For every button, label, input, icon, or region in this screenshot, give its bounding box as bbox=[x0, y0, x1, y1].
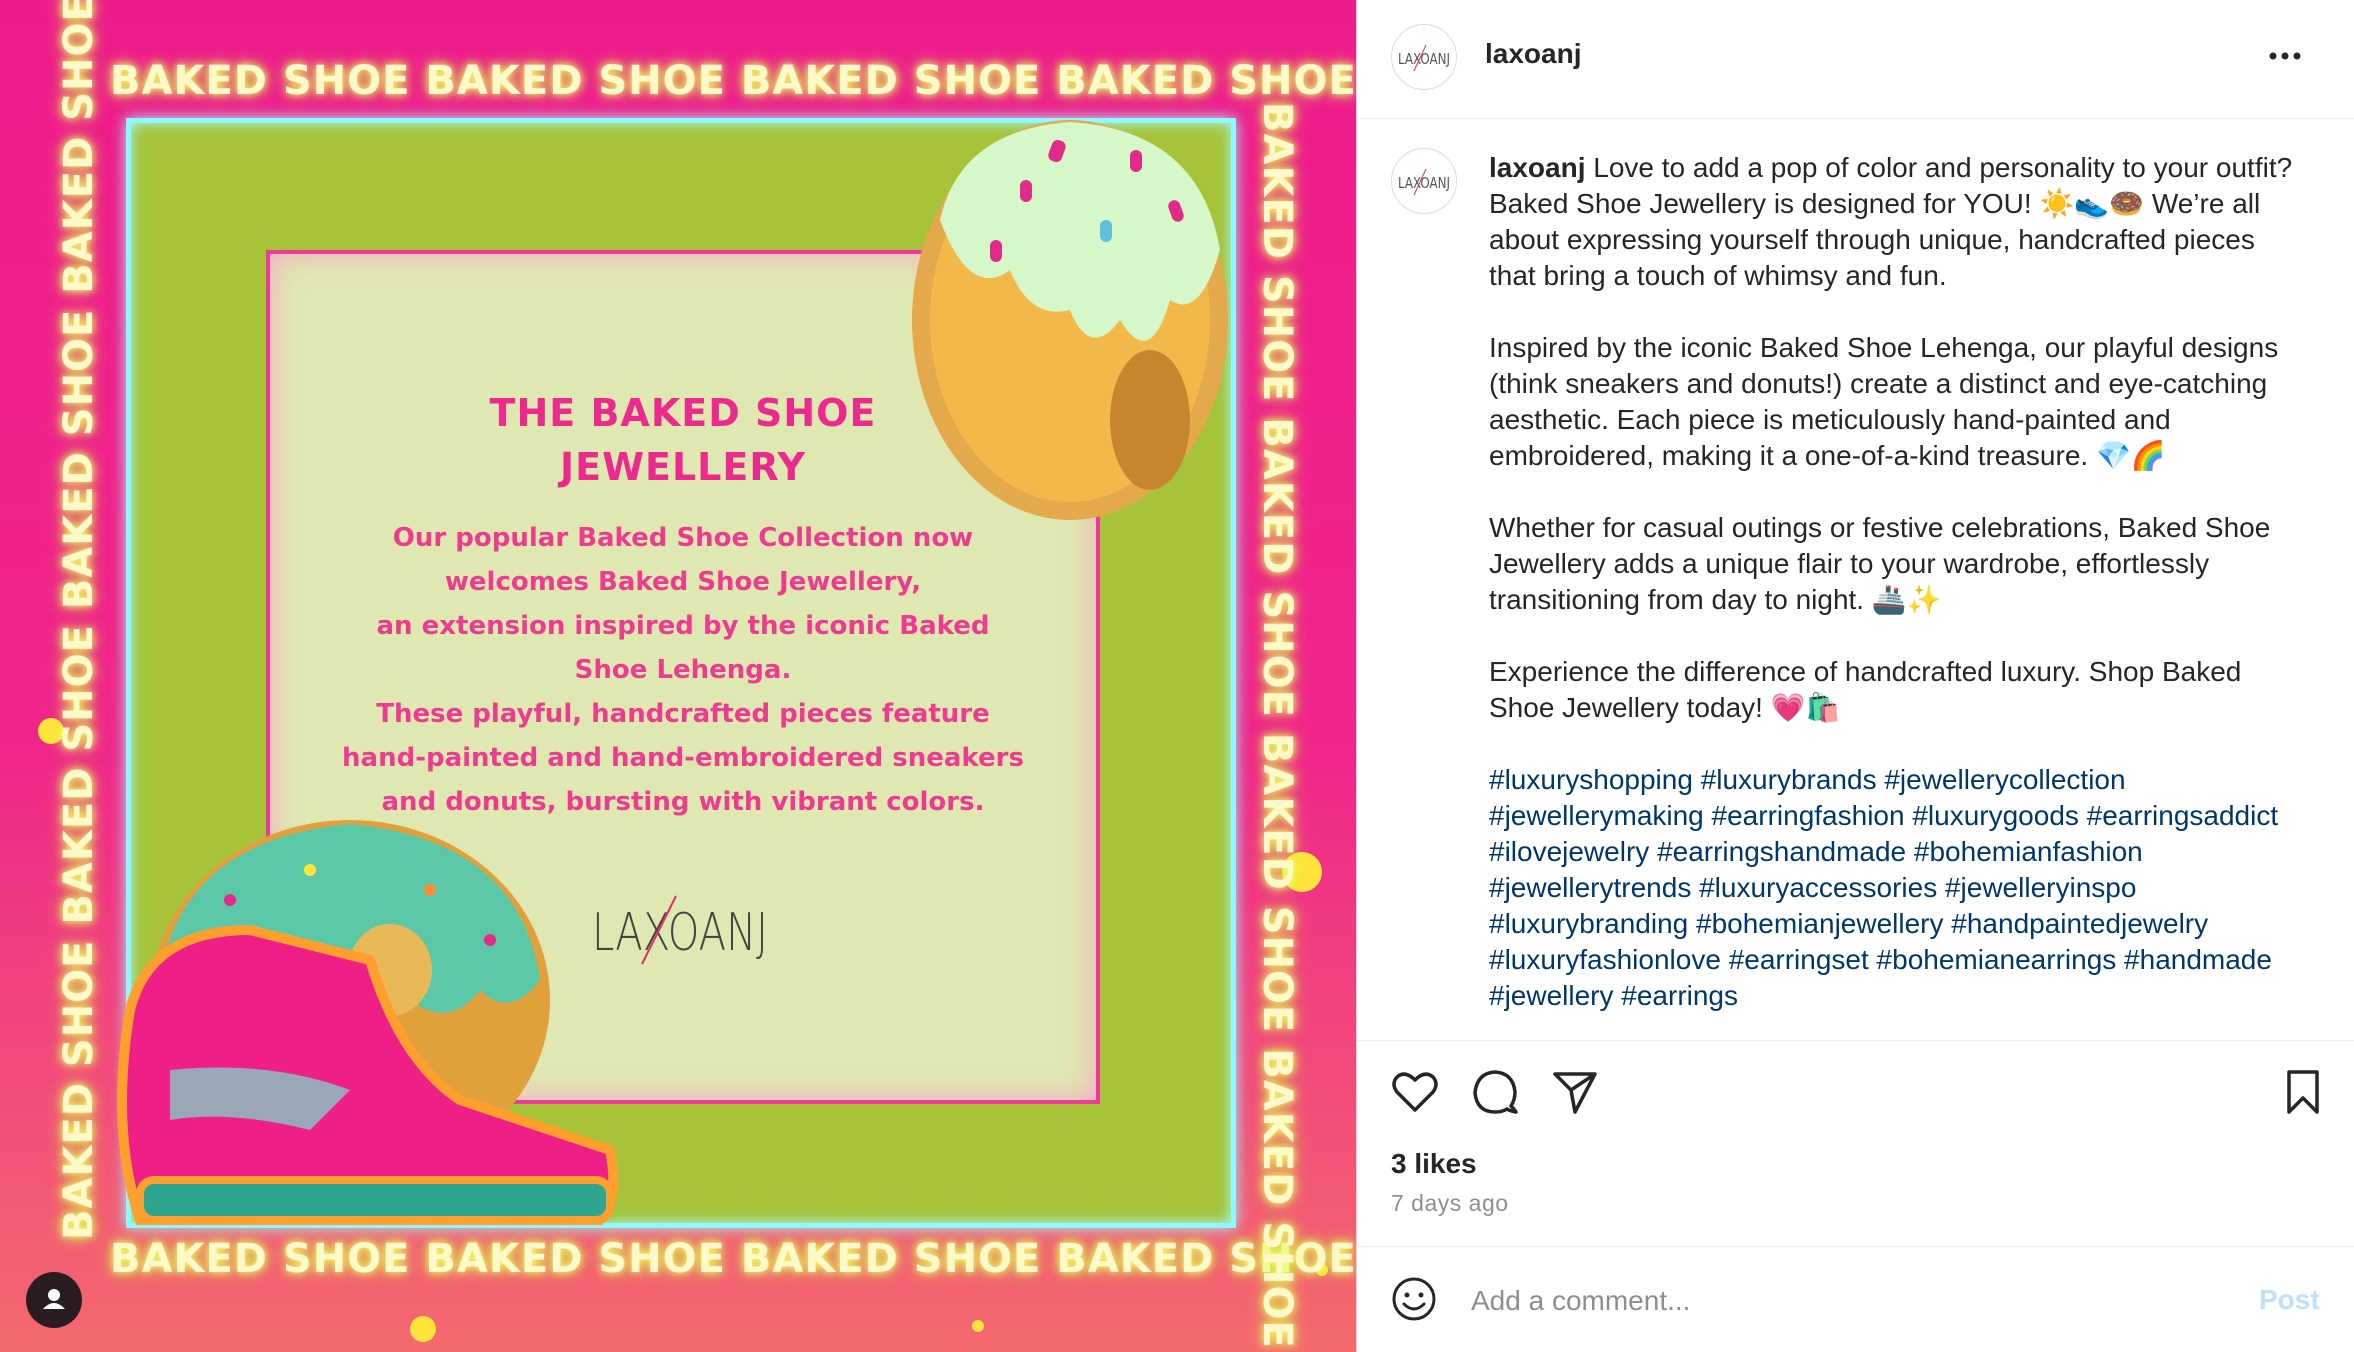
post-image[interactable]: BAKED SHOE BAKED SHOE BAKED SHOE BAKED S… bbox=[0, 0, 1356, 1352]
caption-paragraph: Love to add a pop of color and personali… bbox=[1489, 152, 2293, 291]
brand-logo-icon: LAXOANJ bbox=[1398, 44, 1450, 72]
header-username[interactable]: laxoanj bbox=[1485, 38, 1581, 70]
decor-dot bbox=[972, 1320, 984, 1332]
bookmark-icon[interactable] bbox=[2277, 1066, 2329, 1118]
post-timestamp[interactable]: 7 days ago bbox=[1391, 1190, 1509, 1217]
more-options-icon[interactable] bbox=[2263, 36, 2307, 76]
decor-dot bbox=[410, 1316, 436, 1342]
post-caption: laxoanj Love to add a pop of color and p… bbox=[1489, 150, 2309, 1040]
svg-text:LAXOANJ: LAXOANJ bbox=[1398, 174, 1450, 192]
caption-paragraph: Whether for casual outings or festive ce… bbox=[1489, 512, 2271, 615]
card-body-line: an extension inspired by the iconic Bake… bbox=[376, 611, 990, 641]
caption-paragraph: Inspired by the iconic Baked Shoe Leheng… bbox=[1489, 332, 2279, 471]
heart-icon[interactable] bbox=[1389, 1066, 1441, 1118]
caption-paragraph: Experience the difference of handcrafted… bbox=[1489, 656, 2242, 723]
share-icon[interactable] bbox=[1549, 1066, 1601, 1118]
post-details-panel: LAXOANJ laxoanj LAXOANJ laxoanj Love to … bbox=[1356, 0, 2354, 1352]
card-body: Our popular Baked Shoe Collection now we… bbox=[310, 516, 1056, 824]
comment-input[interactable] bbox=[1469, 1280, 2233, 1322]
card-body-line: welcomes Baked Shoe Jewellery, bbox=[444, 567, 922, 597]
divider bbox=[1357, 1040, 2354, 1041]
card-body-line: hand-painted and hand-embroidered sneake… bbox=[342, 743, 1024, 773]
marquee-top: BAKED SHOE BAKED SHOE BAKED SHOE BAKED S… bbox=[110, 58, 1356, 104]
profile-avatar[interactable]: LAXOANJ bbox=[1391, 24, 1457, 90]
marquee-left: BAKED SHOE BAKED SHOE BAKED SHOE BAKED S… bbox=[56, 0, 102, 1240]
svg-text:LAXOANJ: LAXOANJ bbox=[1398, 50, 1450, 68]
card-body-line: These playful, handcrafted pieces featur… bbox=[376, 699, 990, 729]
marquee-right: BAKED SHOE BAKED SHOE BAKED SHOE BAKED S… bbox=[1254, 102, 1300, 1349]
brand-logo-icon: LAXOANJ bbox=[1398, 168, 1450, 196]
caption-avatar[interactable]: LAXOANJ bbox=[1391, 148, 1457, 214]
emoji-icon[interactable] bbox=[1389, 1274, 1439, 1324]
hashtags[interactable]: #luxuryshopping #luxurybrands #jewellery… bbox=[1489, 762, 2309, 1014]
divider bbox=[1357, 1246, 2354, 1247]
divider bbox=[1357, 118, 2354, 119]
caption-username[interactable]: laxoanj bbox=[1489, 152, 1585, 183]
person-icon bbox=[43, 1289, 65, 1309]
likes-count[interactable]: 3 likes bbox=[1391, 1148, 1477, 1180]
card-body-line: Shoe Lehenga. bbox=[574, 655, 792, 685]
user-tag-button[interactable] bbox=[26, 1272, 82, 1328]
donut-illustration bbox=[912, 120, 1228, 520]
comment-icon[interactable] bbox=[1469, 1066, 1521, 1118]
post-comment-button[interactable]: Post bbox=[2259, 1284, 2320, 1316]
donut-sneaker-illustration bbox=[117, 820, 619, 1225]
